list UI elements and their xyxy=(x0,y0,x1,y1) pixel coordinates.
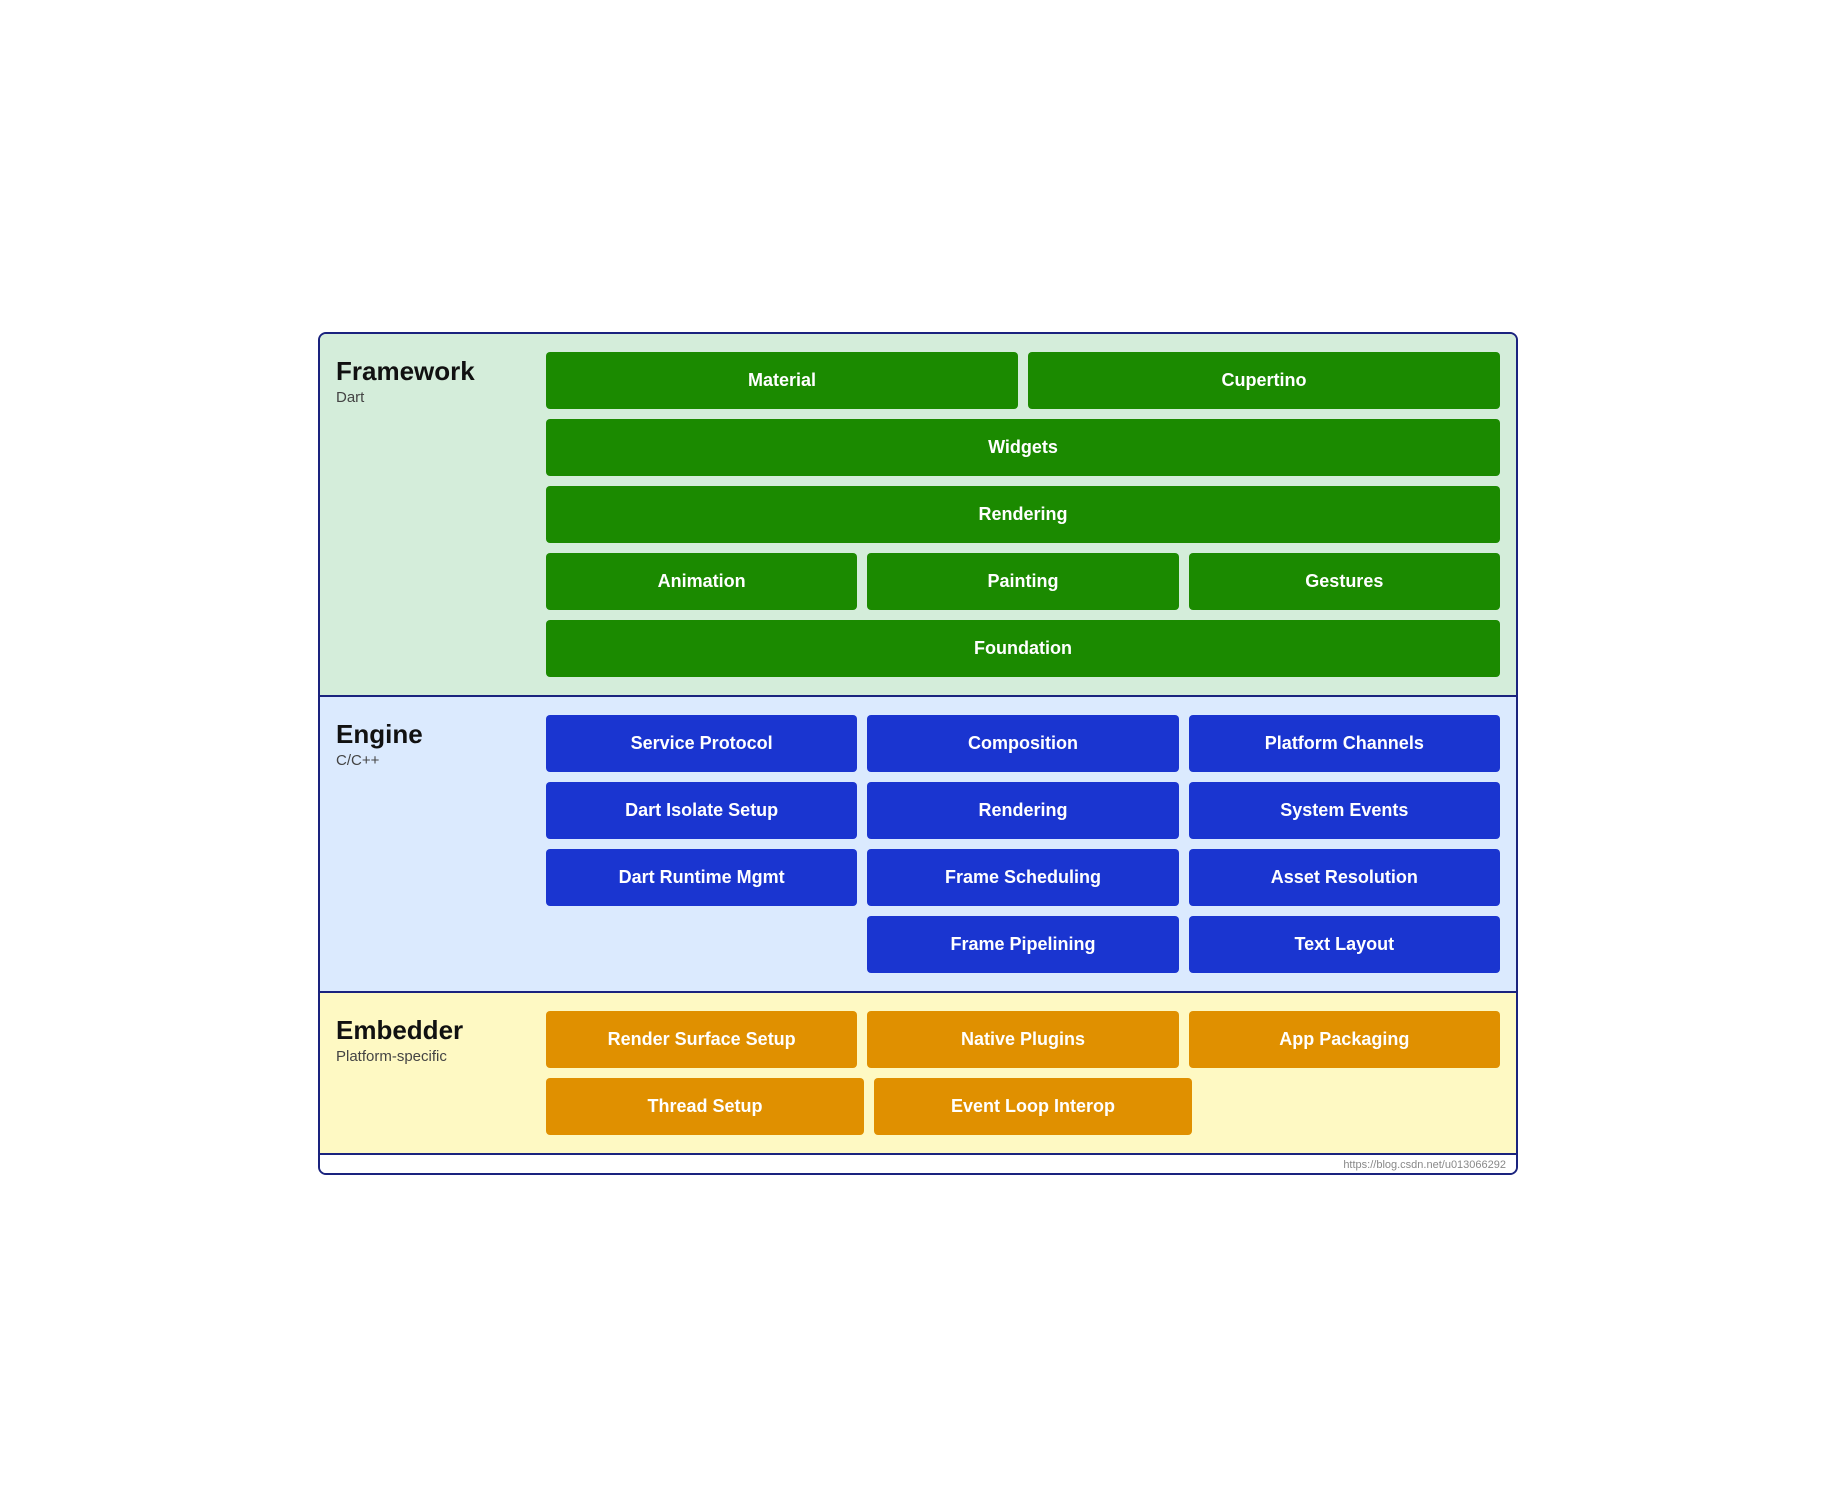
framework-row-2: Widgets xyxy=(546,419,1500,476)
chip-app-packaging: App Packaging xyxy=(1189,1011,1500,1068)
chip-text-layout: Text Layout xyxy=(1189,916,1500,973)
embedder-label: Embedder Platform-specific xyxy=(336,1011,536,1135)
watermark: https://blog.csdn.net/u013066292 xyxy=(320,1155,1516,1173)
framework-row-4: Animation Painting Gestures xyxy=(546,553,1500,610)
framework-content: Material Cupertino Widgets Rendering Ani… xyxy=(546,352,1500,677)
chip-render-surface-setup: Render Surface Setup xyxy=(546,1011,857,1068)
chip-foundation: Foundation xyxy=(546,620,1500,677)
framework-row-5: Foundation xyxy=(546,620,1500,677)
chip-native-plugins: Native Plugins xyxy=(867,1011,1178,1068)
flutter-architecture-diagram: Framework Dart Material Cupertino Widget… xyxy=(318,332,1518,1175)
embedder-title: Embedder xyxy=(336,1015,536,1046)
engine-subtitle: C/C++ xyxy=(336,752,536,769)
chip-gestures: Gestures xyxy=(1189,553,1500,610)
engine-row-1: Service Protocol Composition Platform Ch… xyxy=(546,715,1500,772)
chip-rendering-engine: Rendering xyxy=(867,782,1178,839)
embedder-section: Embedder Platform-specific Render Surfac… xyxy=(320,993,1516,1155)
chip-cupertino: Cupertino xyxy=(1028,352,1500,409)
engine-section: Engine C/C++ Service Protocol Compositio… xyxy=(320,697,1516,993)
chip-frame-pipelining: Frame Pipelining xyxy=(867,916,1178,973)
chip-platform-channels: Platform Channels xyxy=(1189,715,1500,772)
chip-event-loop-interop: Event Loop Interop xyxy=(874,1078,1192,1135)
framework-subtitle: Dart xyxy=(336,389,536,406)
chip-thread-setup: Thread Setup xyxy=(546,1078,864,1135)
chip-material: Material xyxy=(546,352,1018,409)
framework-row-3: Rendering xyxy=(546,486,1500,543)
framework-section: Framework Dart Material Cupertino Widget… xyxy=(320,334,1516,697)
chip-dart-isolate-setup: Dart Isolate Setup xyxy=(546,782,857,839)
chip-composition: Composition xyxy=(867,715,1178,772)
framework-title: Framework xyxy=(336,356,536,387)
embedder-spacer xyxy=(1202,1078,1500,1135)
framework-label: Framework Dart xyxy=(336,352,536,677)
engine-title: Engine xyxy=(336,719,536,750)
engine-row-3: Dart Runtime Mgmt Frame Scheduling Asset… xyxy=(546,849,1500,906)
engine-row-2: Dart Isolate Setup Rendering System Even… xyxy=(546,782,1500,839)
chip-system-events: System Events xyxy=(1189,782,1500,839)
chip-painting: Painting xyxy=(867,553,1178,610)
chip-rendering-fw: Rendering xyxy=(546,486,1500,543)
chip-empty xyxy=(546,916,857,973)
embedder-subtitle: Platform-specific xyxy=(336,1048,536,1065)
engine-content: Service Protocol Composition Platform Ch… xyxy=(546,715,1500,973)
chip-dart-runtime-mgmt: Dart Runtime Mgmt xyxy=(546,849,857,906)
engine-row-4: Frame Pipelining Text Layout xyxy=(546,916,1500,973)
chip-asset-resolution: Asset Resolution xyxy=(1189,849,1500,906)
chip-widgets: Widgets xyxy=(546,419,1500,476)
embedder-row-2: Thread Setup Event Loop Interop xyxy=(546,1078,1500,1135)
engine-label: Engine C/C++ xyxy=(336,715,536,973)
chip-animation: Animation xyxy=(546,553,857,610)
framework-row-1: Material Cupertino xyxy=(546,352,1500,409)
chip-service-protocol: Service Protocol xyxy=(546,715,857,772)
embedder-content: Render Surface Setup Native Plugins App … xyxy=(546,1011,1500,1135)
embedder-row-1: Render Surface Setup Native Plugins App … xyxy=(546,1011,1500,1068)
chip-frame-scheduling: Frame Scheduling xyxy=(867,849,1178,906)
